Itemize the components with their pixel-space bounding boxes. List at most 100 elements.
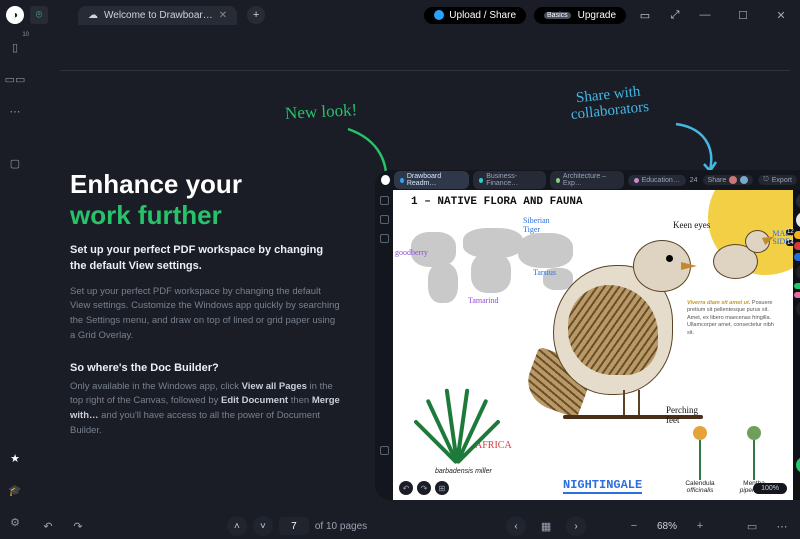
pen-tool[interactable] [794, 253, 800, 261]
pan-tool-icon[interactable]: ✋ [796, 193, 800, 209]
clipboard-icon[interactable]: ▢ [6, 154, 24, 172]
device-grid-button[interactable]: ⊞ [435, 481, 449, 495]
fullscreen-icon[interactable]: ⤢ [664, 4, 686, 26]
zoom-level[interactable]: 68% [650, 521, 684, 532]
app-logo-icon[interactable]: ◑ [6, 6, 24, 24]
device-undo-button[interactable]: ↶ [399, 481, 413, 495]
device-left-rail [375, 190, 393, 500]
bird-small-illustration [707, 222, 777, 292]
pen-tool[interactable]: 12 [794, 231, 800, 239]
cloud-icon: ☁ [88, 10, 98, 21]
aloe-illustration: barbadensis miller [405, 385, 505, 475]
window-minimize-button[interactable]: — [686, 1, 724, 29]
camera-icon[interactable]: ⌾ [30, 6, 48, 24]
canvas-title: 1 – NATIVE FLORA AND FAUNA [411, 196, 583, 208]
subheading: So where's the Doc Builder? [70, 362, 340, 374]
hand-label: Perching feet [666, 405, 698, 425]
highlighter-tool[interactable] [794, 283, 800, 289]
device-rail-icon[interactable] [380, 446, 389, 455]
arrow-blue-icon [670, 118, 730, 178]
hand-label: Keen eyes [673, 220, 710, 230]
shape-tool-icon[interactable]: ▷ [796, 301, 800, 317]
view-options-button[interactable]: ⋯ [772, 516, 792, 536]
layout-button[interactable]: ▭ [742, 516, 762, 536]
device-page-count: 24 [690, 177, 698, 184]
bottom-bar: ↶ ↷ ˄ ˅ 7 of 10 pages ‹ ▦ › − 68% + ▭ ⋯ [30, 513, 800, 539]
window-maximize-button[interactable]: ☐ [724, 1, 762, 29]
device-share-button[interactable]: Share [703, 175, 754, 185]
document-tab[interactable]: ☁ Welcome to Drawboar… ✕ [78, 6, 237, 25]
titlebar: ◑ ⌾ ☁ Welcome to Drawboar… ✕ + Upload / … [0, 0, 800, 30]
upload-share-button[interactable]: Upload / Share [424, 7, 526, 24]
device-undo-group: ↶ ↷ ⊞ [399, 481, 449, 495]
headline-line2: work further [70, 200, 340, 231]
thumbnail-view-button[interactable]: ▦ [536, 516, 556, 536]
annotation-new-look: New look! [285, 100, 358, 124]
device-zoom-indicator[interactable]: 100% [753, 483, 787, 494]
cloud-upload-icon [434, 10, 444, 20]
quick-share-button[interactable]: ⇪ [796, 480, 800, 496]
pen-tool[interactable]: 14 [794, 242, 800, 250]
headline-line1: Enhance your [70, 170, 340, 200]
prev-button[interactable]: ‹ [506, 516, 526, 536]
content-area: New look! Share with collaborators Enhan… [30, 30, 800, 513]
plan-badge: Basics [544, 12, 571, 19]
tab-label: Welcome to Drawboar… [104, 10, 213, 21]
settings-icon[interactable]: ⚙ [6, 513, 24, 531]
upgrade-label: Upgrade [578, 10, 616, 21]
promo-copy: Enhance your work further Set up your pe… [70, 170, 340, 439]
upload-share-label: Upload / Share [449, 10, 516, 21]
window-close-button[interactable]: ✕ [762, 1, 800, 29]
botanical-illustration: Calendula officinalis [675, 432, 725, 494]
education-icon[interactable]: 🎓 [6, 481, 24, 499]
plant-latin-name: barbadensis miller [435, 468, 492, 475]
map-label: Tamarind [468, 296, 499, 305]
left-rail: ▯10 ▭▭ ⋯ ▢ ★ 🎓 ⚙ [0, 30, 30, 539]
device-tool-rail: ✋ ➤ 12 14 T ▷ ＋ ⇪ [793, 190, 800, 500]
device-canvas: 1 – NATIVE FLORA AND FAUNA goodberry Sib… [393, 190, 793, 500]
device-tab[interactable]: Business-Finance… [473, 171, 546, 189]
zoom-controls: − 68% + [624, 516, 710, 536]
annotation-share: Share with collaborators [569, 84, 650, 124]
device-redo-button[interactable]: ↷ [417, 481, 431, 495]
favorite-icon[interactable]: ★ [6, 449, 24, 467]
lead-paragraph: Set up your perfect PDF workspace by cha… [70, 243, 340, 275]
highlighter-tool[interactable] [794, 292, 800, 298]
body-paragraph-2: Only available in the Windows app, click… [70, 380, 340, 439]
page-icon[interactable]: ▯10 [6, 38, 24, 56]
device-export-button[interactable]: ⎋ Export [758, 175, 797, 185]
device-rail-icon[interactable] [380, 234, 389, 243]
device-mockup: Drawboard Readm… Business-Finance… Archi… [375, 170, 800, 500]
library-icon[interactable]: ▭▭ [6, 70, 24, 88]
select-tool-icon[interactable]: ➤ [796, 212, 800, 228]
device-tab[interactable]: Education… [628, 175, 686, 186]
map-label: goodberry [395, 248, 428, 257]
divider [60, 70, 790, 71]
more-icon[interactable]: ⋯ [6, 102, 24, 120]
page-navigation: ˄ ˅ 7 of 10 pages [227, 516, 367, 536]
zoom-in-button[interactable]: + [690, 516, 710, 536]
redo-button[interactable]: ↷ [68, 516, 88, 536]
text-tool-icon[interactable]: T [796, 264, 800, 280]
next-button[interactable]: › [566, 516, 586, 536]
device-tab[interactable]: Drawboard Readm… [394, 171, 469, 189]
add-tool-button[interactable]: ＋ [796, 457, 800, 473]
bird-name: NIGHTINGALE [563, 478, 642, 494]
device-logo-icon [381, 175, 390, 185]
page-total-label: of 10 pages [315, 521, 367, 532]
device-rail-icon[interactable] [380, 215, 389, 224]
notification-icon[interactable]: ▭ [634, 4, 656, 26]
upgrade-button[interactable]: Basics Upgrade [534, 7, 626, 24]
new-tab-button[interactable]: + [247, 6, 265, 24]
page-up-button[interactable]: ˄ [227, 516, 247, 536]
zoom-out-button[interactable]: − [624, 516, 644, 536]
device-tab[interactable]: Architecture – Exp… [550, 171, 624, 189]
canvas-paragraph: Viverra diam sit amet ut. Posuere pretiu… [687, 300, 777, 337]
page-down-button[interactable]: ˅ [253, 516, 273, 536]
current-page-input[interactable]: 7 [279, 517, 309, 535]
device-topbar: Drawboard Readm… Business-Finance… Archi… [375, 170, 800, 190]
body-paragraph: Set up your perfect PDF workspace by cha… [70, 285, 340, 344]
undo-button[interactable]: ↶ [38, 516, 58, 536]
device-rail-icon[interactable] [380, 196, 389, 205]
close-tab-icon[interactable]: ✕ [219, 10, 227, 21]
